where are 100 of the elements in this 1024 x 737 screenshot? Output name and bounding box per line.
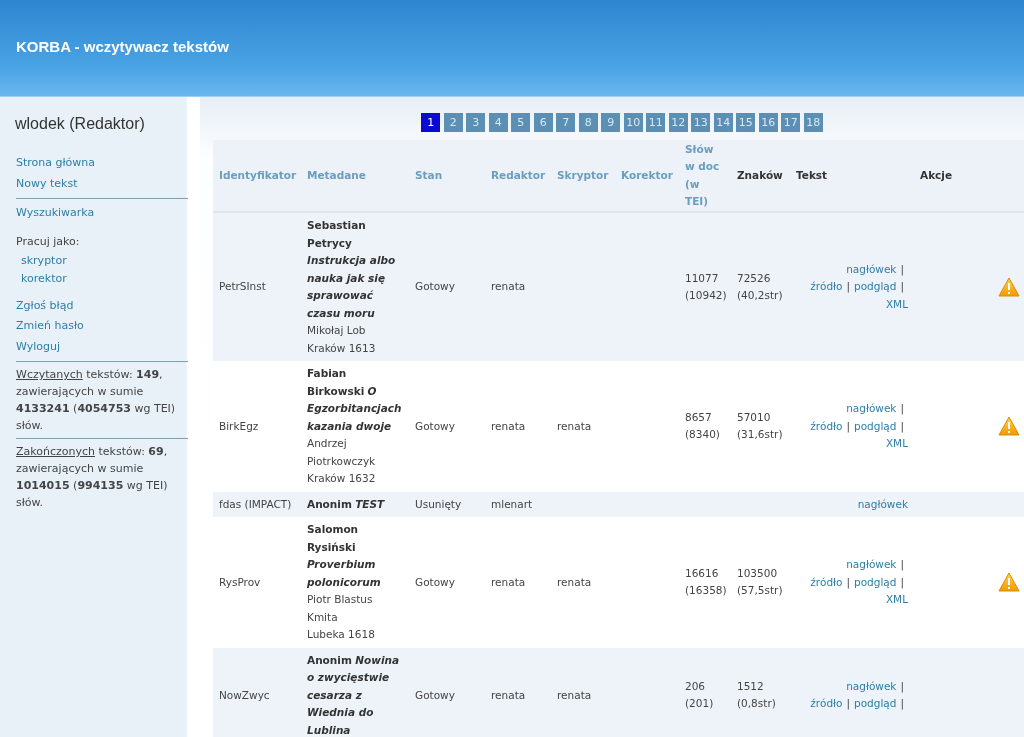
page-button[interactable]: 10 [623, 113, 643, 132]
text-link[interactable]: podgląd [854, 575, 897, 588]
page-button[interactable]: 14 [713, 113, 733, 132]
link-separator: | [900, 558, 904, 570]
warning-icon[interactable] [998, 572, 1020, 593]
author-and-title: Sebastian Petrycy Instrukcja albo nauka jak się sprawować czasu moru [307, 218, 397, 321]
printer-name: Mikołaj Lob [307, 323, 367, 338]
link-separator: | [900, 575, 904, 588]
text-link[interactable]: źródło [810, 419, 843, 432]
warning-icon[interactable] [998, 416, 1020, 437]
text-link[interactable]: źródło [810, 697, 843, 710]
table-cell-text: 1512 [737, 678, 765, 694]
text-link[interactable]: podgląd [854, 697, 897, 710]
nav-link[interactable]: Strona główna [16, 153, 188, 174]
table-cell-text: (8340) [685, 427, 721, 443]
page-button[interactable]: 5 [511, 113, 531, 132]
page-button[interactable]: 6 [533, 113, 553, 132]
page-button[interactable]: 9 [601, 113, 621, 132]
column-header[interactable]: Skryptor [557, 166, 609, 185]
nav-link[interactable]: Nowy tekst [16, 173, 188, 194]
stats-link[interactable]: Wczytanych [16, 368, 83, 381]
table-cell-text: (40,2str) [737, 288, 784, 303]
table-cell-text: renata [491, 279, 527, 295]
nav-link[interactable]: Zgłoś błąd [16, 295, 188, 316]
nav-link[interactable]: Wyloguj [16, 336, 188, 357]
page-button[interactable]: 1 [421, 113, 441, 132]
column-header[interactable]: Metadane [307, 166, 366, 185]
page-button[interactable]: 8 [578, 113, 598, 132]
table-cell-text: 206 [685, 678, 707, 694]
link-separator: | [900, 262, 904, 275]
text-link[interactable]: XML [885, 297, 908, 310]
nav-link[interactable]: Wyszukiwarka [16, 203, 188, 224]
link-separator: | [846, 280, 850, 293]
text-link[interactable]: nagłówek [857, 497, 908, 510]
table-cell-text: RysProv [219, 574, 262, 590]
link-separator: | [900, 280, 904, 293]
column-header: Tekst [796, 167, 828, 183]
nav-link[interactable]: Zmień hasło [16, 316, 188, 337]
table-cell-text: (16358) [685, 583, 725, 599]
column-header[interactable]: Słów w doc (w TEI) [685, 140, 725, 211]
table-cell-text: Gotowy [415, 574, 456, 590]
text-link[interactable]: XML [885, 593, 908, 605]
page-button[interactable]: 3 [466, 113, 486, 132]
link-separator: | [900, 697, 904, 710]
column-header[interactable]: Identyfikator [219, 166, 297, 185]
text-link[interactable]: nagłówek [846, 558, 897, 570]
page-button[interactable]: 18 [803, 113, 823, 132]
column-header[interactable]: Stan [415, 166, 443, 185]
page-button[interactable]: 7 [556, 113, 576, 132]
page-button[interactable]: 11 [646, 113, 666, 132]
stats-link[interactable]: Zakończonych [16, 445, 95, 458]
text-link[interactable]: nagłówek [846, 262, 897, 275]
column-header[interactable]: Korektor [621, 166, 673, 185]
page-button[interactable]: 4 [488, 113, 508, 132]
table-cell-text: Gotowy [415, 418, 456, 434]
column-header[interactable]: Redaktor [491, 166, 546, 185]
page-button[interactable]: 16 [758, 113, 778, 132]
text-link[interactable]: nagłówek [846, 402, 897, 414]
publication-place: Kraków 1613 [307, 340, 377, 356]
warning-icon[interactable] [998, 277, 1020, 297]
table-cell-text: renata [557, 574, 593, 590]
role-link[interactable]: korektor [16, 269, 188, 288]
table-cell-text: 103500 [737, 565, 779, 581]
author-and-title: Anonim Nowina o zwycięstwie cesarza z Wiednia do Lublina [307, 652, 401, 737]
link-separator: | [846, 697, 850, 710]
table-cell-text: Usunięty [415, 496, 463, 512]
text-link[interactable]: źródło [810, 280, 843, 293]
page-button[interactable]: 15 [736, 113, 756, 132]
table-cell-text: (31,6str) [737, 427, 784, 443]
app-title: KORBA - wczytywacz tekstów [16, 37, 229, 57]
page-button[interactable]: 2 [443, 113, 463, 132]
text-link[interactable]: źródło [810, 575, 843, 588]
table-cell-text: fdas (IMPACT) [219, 496, 293, 512]
author-and-title: Salomon Rysiński Proverbium polonicorum [307, 522, 382, 590]
page-button[interactable]: 13 [691, 113, 711, 132]
role-link[interactable]: skryptor [16, 251, 188, 270]
link-separator: | [846, 575, 850, 588]
column-header: Akcje [920, 167, 953, 183]
printer-name: Piotr Blastus Kmita [307, 592, 374, 625]
link-separator: | [900, 402, 904, 414]
text-link[interactable]: XML [885, 437, 908, 449]
column-header: Znaków [737, 167, 783, 183]
table-cell-text: (10942) [685, 288, 725, 303]
table-cell-text: 16616 [685, 565, 720, 581]
user-name: wlodek (Redaktor) [15, 114, 146, 134]
table-cell-text: Gotowy [415, 687, 456, 703]
text-link[interactable]: podgląd [854, 280, 897, 293]
author-and-title: Fabian Birkowski O Egzorbitancjach kazania dwoje [307, 366, 403, 434]
stats-text: Wczytanych tekstów: 149, zawierających w sumie 4133241 (4054753 wg TEI) słów. [16, 367, 177, 434]
text-link[interactable]: podgląd [854, 419, 897, 432]
table-cell-text: renata [491, 574, 527, 590]
page-button[interactable]: 17 [781, 113, 801, 132]
table-cell-text: 8657 [685, 409, 713, 425]
table-cell-text: renata [557, 687, 593, 703]
page-button[interactable]: 12 [668, 113, 688, 132]
link-separator: | [900, 419, 904, 432]
printer-name: Andrzej Piotrkowczyk [307, 436, 377, 469]
table-cell-text: 11077 [685, 270, 720, 286]
text-link[interactable]: nagłówek [846, 679, 897, 692]
role-heading: Pracuj jako: [16, 233, 81, 250]
